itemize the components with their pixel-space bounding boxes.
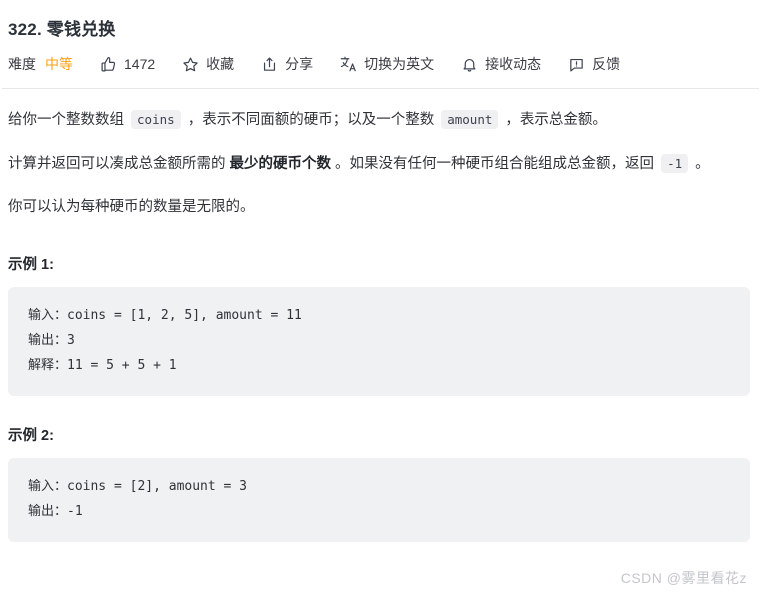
desc-p2-text-a: 计算并返回可以凑成总金额所需的 bbox=[8, 156, 230, 172]
inline-code-amount: amount bbox=[441, 110, 499, 129]
inline-code-minus-one: -1 bbox=[661, 154, 689, 173]
example-2-codeblock: 输入：coins = [2], amount = 3 输出：-1 bbox=[8, 458, 750, 542]
page-title: 322. 零钱兑换 bbox=[8, 20, 116, 39]
example-1-heading: 示例 1: bbox=[8, 257, 54, 273]
difficulty-label: 难度 bbox=[8, 56, 36, 72]
description-paragraph-3: 你可以认为每种硬币的数量是无限的。 bbox=[8, 199, 255, 215]
desc-p2-text-c: 。 bbox=[691, 156, 710, 172]
desc-p1-text-b: ，表示不同面额的硬币；以及一个整数 bbox=[183, 112, 439, 128]
translate-icon bbox=[339, 55, 357, 73]
thumbs-up-icon bbox=[99, 55, 117, 73]
share-label: 分享 bbox=[285, 56, 314, 72]
desc-p2-bold: 最少的硬币个数 bbox=[229, 156, 332, 172]
favorite-button[interactable]: 收藏 bbox=[181, 54, 234, 74]
feedback-icon bbox=[567, 55, 585, 73]
bell-icon bbox=[460, 55, 478, 73]
favorite-label: 收藏 bbox=[206, 56, 235, 72]
problem-toolbar: 难度 中等 1472 收藏 分享 切换为英文 接收动态 反馈 bbox=[0, 42, 761, 74]
like-button[interactable]: 1472 bbox=[99, 54, 155, 74]
code-line: 解释：11 = 5 + 5 + 1 bbox=[28, 358, 177, 373]
code-line: 输出：3 bbox=[28, 333, 75, 348]
feedback-label: 反馈 bbox=[592, 56, 621, 72]
code-line: 输入：coins = [2], amount = 3 bbox=[28, 479, 248, 494]
description-paragraph-1: 给你一个整数数组 coins ，表示不同面额的硬币；以及一个整数 amount … bbox=[0, 104, 761, 136]
subscribe-button[interactable]: 接收动态 bbox=[460, 54, 541, 74]
header-divider bbox=[2, 88, 759, 89]
share-icon bbox=[260, 55, 278, 73]
desc-p1-text-a: 给你一个整数数组 bbox=[8, 112, 129, 128]
star-icon bbox=[181, 55, 199, 73]
example-1-codeblock: 输入：coins = [1, 2, 5], amount = 11 输出：3 解释：… bbox=[8, 287, 750, 396]
code-line: 输出：-1 bbox=[28, 504, 83, 519]
like-count: 1472 bbox=[124, 56, 156, 72]
share-button[interactable]: 分享 bbox=[260, 54, 313, 74]
translate-button[interactable]: 切换为英文 bbox=[339, 54, 434, 74]
desc-p1-text-c: ，表示总金额。 bbox=[501, 112, 607, 128]
desc-p2-text-b: 。如果没有任何一种硬币组合能组成总金额，返回 bbox=[331, 156, 659, 172]
inline-code-coins: coins bbox=[131, 110, 181, 129]
code-line: 输入：coins = [1, 2, 5], amount = 11 bbox=[28, 308, 302, 323]
problem-page: 322. 零钱兑换 难度 中等 1472 收藏 分享 切换为英文 接收动态 反馈… bbox=[0, 0, 761, 600]
feedback-button[interactable]: 反馈 bbox=[567, 54, 620, 74]
subscribe-label: 接收动态 bbox=[485, 56, 542, 72]
description-paragraph-2: 计算并返回可以凑成总金额所需的 最少的硬币个数 。如果没有任何一种硬币组合能组成… bbox=[0, 148, 761, 180]
translate-label: 切换为英文 bbox=[364, 56, 435, 72]
example-2-heading: 示例 2: bbox=[8, 428, 54, 444]
difficulty-indicator: 难度 中等 bbox=[8, 54, 73, 74]
difficulty-value: 中等 bbox=[45, 56, 73, 72]
watermark: CSDN @雾里看花z bbox=[620, 570, 747, 586]
